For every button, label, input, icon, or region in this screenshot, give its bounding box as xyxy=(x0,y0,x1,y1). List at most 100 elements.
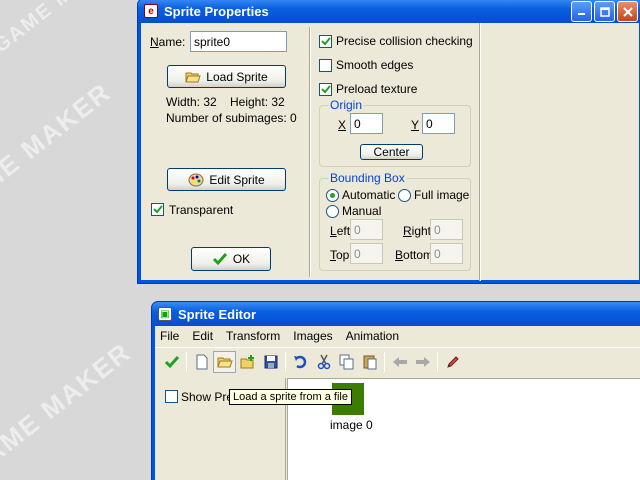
toolbar-separator xyxy=(384,351,385,372)
menu-file[interactable]: File xyxy=(160,329,179,343)
copy-icon xyxy=(339,354,353,369)
right-field[interactable] xyxy=(430,219,463,240)
edit-image-button[interactable] xyxy=(441,351,464,373)
checkmark-icon xyxy=(320,37,331,46)
menu-bar: File Edit Transform Images Animation xyxy=(155,326,640,345)
checkmark-icon xyxy=(152,205,163,214)
arrow-left-icon xyxy=(392,356,407,367)
origin-y-label: Y xyxy=(411,118,420,132)
preload-texture-checkbox[interactable] xyxy=(319,83,332,96)
close-icon xyxy=(622,6,633,17)
smooth-edges-checkbox[interactable] xyxy=(319,59,332,72)
sprite-editor-client: File Edit Transform Images Animation Sho… xyxy=(155,326,640,480)
transparent-checkbox[interactable] xyxy=(151,203,164,216)
add-from-file-button[interactable] xyxy=(236,351,259,373)
column-separator xyxy=(309,27,311,277)
precise-collision-label: Precise collision checking xyxy=(336,34,473,48)
top-label: Top xyxy=(330,248,350,262)
previous-button[interactable] xyxy=(388,351,411,373)
close-button[interactable] xyxy=(617,1,638,22)
checkmark-icon xyxy=(212,252,228,266)
left-label: Left xyxy=(330,224,351,238)
sprite-properties-client: Name: Load Sprite Width: 32 Height: 32 N… xyxy=(141,23,639,281)
cut-button[interactable] xyxy=(312,351,335,373)
center-label: Center xyxy=(373,145,410,159)
ok-button[interactable]: OK xyxy=(191,247,271,271)
toolbar-separator xyxy=(186,351,187,372)
undo-icon xyxy=(293,355,306,368)
column-separator xyxy=(479,23,481,281)
next-button[interactable] xyxy=(411,351,434,373)
scissors-icon xyxy=(317,354,330,369)
smooth-edges-label: Smooth edges xyxy=(336,58,414,72)
tooltip: Load a sprite from a file xyxy=(229,389,352,405)
automatic-radio[interactable] xyxy=(326,189,339,202)
edit-sprite-label: Edit Sprite xyxy=(209,172,265,187)
menu-animation[interactable]: Animation xyxy=(346,329,399,343)
edit-sprite-button[interactable]: Edit Sprite xyxy=(167,168,286,191)
menu-images[interactable]: Images xyxy=(293,329,332,343)
origin-group-title: Origin xyxy=(328,98,365,112)
right-label: Right xyxy=(403,224,432,238)
bounding-box-group-title: Bounding Box xyxy=(328,171,407,185)
minimize-button[interactable] xyxy=(571,1,592,22)
show-preview-checkbox[interactable] xyxy=(165,390,178,403)
sprite-properties-titlebar[interactable]: e Sprite Properties xyxy=(138,0,640,23)
transparent-label: Transparent xyxy=(169,203,234,217)
watermark-text: GAME MAKER xyxy=(0,76,117,224)
menu-transform[interactable]: Transform xyxy=(226,329,280,343)
minimize-icon xyxy=(578,13,585,15)
arrow-right-icon xyxy=(415,356,430,367)
sprite-editor-titlebar[interactable]: ▣ Sprite Editor xyxy=(152,302,640,326)
window-title: Sprite Editor xyxy=(178,306,257,322)
ok-label: OK xyxy=(232,252,251,266)
maximize-button[interactable] xyxy=(594,1,615,22)
menu-edit[interactable]: Edit xyxy=(192,329,213,343)
new-file-icon xyxy=(196,354,207,369)
add-folder-icon xyxy=(240,354,254,368)
origin-x-field[interactable] xyxy=(350,113,383,134)
name-label: Name: xyxy=(150,35,186,49)
confirm-button[interactable] xyxy=(160,351,183,373)
name-field[interactable] xyxy=(190,31,287,52)
watermark-text: GAME MAKER xyxy=(0,0,129,58)
toolbar-separator xyxy=(437,351,438,372)
height-text: Height: 32 xyxy=(230,95,285,109)
toolbar xyxy=(155,347,640,375)
paste-icon xyxy=(363,355,376,369)
maximize-icon xyxy=(599,6,610,17)
sprite-editor-icon: ▣ xyxy=(158,307,172,321)
game-maker-icon: e xyxy=(144,4,158,18)
save-disk-icon xyxy=(264,355,277,368)
width-text: Width: 32 xyxy=(166,95,217,109)
checkmark-icon xyxy=(164,355,179,368)
paste-button[interactable] xyxy=(358,351,381,373)
origin-y-field[interactable] xyxy=(422,113,455,134)
preload-texture-label: Preload texture xyxy=(336,82,418,96)
watermark-text: GAME MAKER xyxy=(0,336,137,480)
toolbar-separator xyxy=(285,351,286,372)
show-preview-label: Show Pre xyxy=(181,390,234,404)
manual-label: Manual xyxy=(342,204,382,218)
left-field[interactable] xyxy=(350,219,383,240)
load-sprite-button[interactable]: Load Sprite xyxy=(167,65,286,88)
checkmark-icon xyxy=(320,85,331,94)
load-sprite-label: Load Sprite xyxy=(206,69,268,84)
automatic-label: Automatic xyxy=(342,188,396,202)
window-title: Sprite Properties xyxy=(164,3,269,19)
new-button[interactable] xyxy=(190,351,213,373)
top-field[interactable] xyxy=(350,243,383,264)
open-folder-icon xyxy=(216,357,233,367)
center-button[interactable]: Center xyxy=(360,144,423,160)
undo-button[interactable] xyxy=(289,351,312,373)
palette-icon xyxy=(188,173,204,187)
bottom-field[interactable] xyxy=(430,243,463,264)
origin-x-label: X xyxy=(338,118,347,132)
open-folder-icon xyxy=(185,70,201,84)
precise-collision-checkbox[interactable] xyxy=(319,35,332,48)
save-button[interactable] xyxy=(259,351,282,373)
copy-button[interactable] xyxy=(335,351,358,373)
open-button[interactable] xyxy=(213,350,236,373)
manual-radio[interactable] xyxy=(326,205,339,218)
full-image-radio[interactable] xyxy=(398,189,411,202)
